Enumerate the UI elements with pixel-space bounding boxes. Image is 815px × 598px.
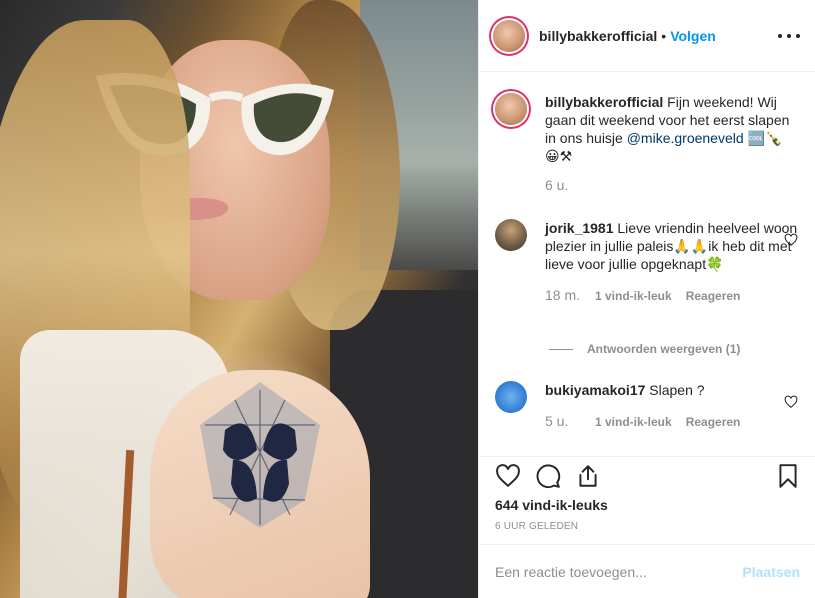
comment-meta: 18 m. 1 vind-ik-leuk Reageren [545, 287, 800, 305]
comment-text: Slapen ? [649, 382, 705, 398]
comment-meta: 5 u. 1 vind-ik-leuk Reageren [545, 413, 800, 431]
caption-time[interactable]: 6 u. [545, 177, 595, 193]
share-icon[interactable] [575, 463, 601, 489]
post-photo[interactable] [0, 0, 478, 598]
comment-avatar[interactable] [495, 381, 527, 413]
comment: jorik_1981 Lieve vriendin heelveel woon … [495, 219, 800, 305]
comments-list[interactable]: billybakkerofficial Fijn weekend! Wij ga… [479, 73, 815, 456]
comment-likes[interactable]: 1 vind-ik-leuk [595, 287, 672, 305]
tattoo [200, 382, 320, 528]
comment-time[interactable]: 18 m. [545, 287, 595, 305]
comment-avatar[interactable] [495, 219, 527, 251]
caption-username[interactable]: billybakkerofficial [545, 94, 663, 110]
caption-avatar[interactable] [495, 93, 527, 125]
action-bar [479, 456, 815, 496]
heart-icon[interactable] [495, 463, 521, 489]
comment-time[interactable]: 5 u. [545, 413, 595, 431]
view-replies-label: Antwoorden weergeven (1) [587, 342, 741, 356]
bookmark-icon[interactable] [775, 463, 801, 489]
view-replies-button[interactable]: Antwoorden weergeven (1) [549, 342, 740, 356]
comment: bukiyamakoi17 Slapen ? 5 u. 1 vind-ik-le… [495, 381, 800, 431]
reply-button[interactable]: Reageren [686, 413, 741, 431]
comment-username[interactable]: bukiyamakoi17 [545, 382, 645, 398]
like-comment-heart-icon[interactable] [784, 233, 798, 247]
comment-icon[interactable] [535, 463, 561, 489]
comment-likes[interactable]: 1 vind-ik-leuk [595, 413, 672, 431]
likes-count[interactable]: 644 vind-ik-leuks [495, 497, 608, 513]
more-icon[interactable] [778, 26, 800, 46]
like-comment-heart-icon[interactable] [784, 395, 798, 409]
post-panel: billybakkerofficial • Volgen billybakker… [478, 0, 815, 598]
comment-username[interactable]: jorik_1981 [545, 220, 614, 236]
post-comment-button[interactable]: Plaatsen [742, 564, 800, 580]
post-timestamp[interactable]: 6 UUR GELEDEN [495, 521, 578, 532]
post-header: billybakkerofficial • Volgen [479, 0, 815, 72]
caption: billybakkerofficial Fijn weekend! Wij ga… [495, 93, 800, 193]
author-avatar[interactable] [493, 19, 525, 52]
author-username[interactable]: billybakkerofficial [539, 28, 657, 44]
separator-dot: • [661, 27, 667, 44]
comment-body: bukiyamakoi17 Slapen ? [545, 381, 800, 399]
caption-meta: 6 u. [545, 177, 800, 193]
comment-input[interactable] [495, 563, 743, 580]
comment-body: jorik_1981 Lieve vriendin heelveel woon … [545, 219, 800, 273]
reply-button[interactable]: Reageren [686, 287, 741, 305]
comment-composer: Plaatsen [479, 544, 815, 598]
caption-mention[interactable]: @mike.groeneveld [627, 130, 744, 146]
caption-body: billybakkerofficial Fijn weekend! Wij ga… [545, 93, 800, 165]
replies-divider [549, 348, 573, 350]
follow-button[interactable]: Volgen [670, 28, 716, 44]
